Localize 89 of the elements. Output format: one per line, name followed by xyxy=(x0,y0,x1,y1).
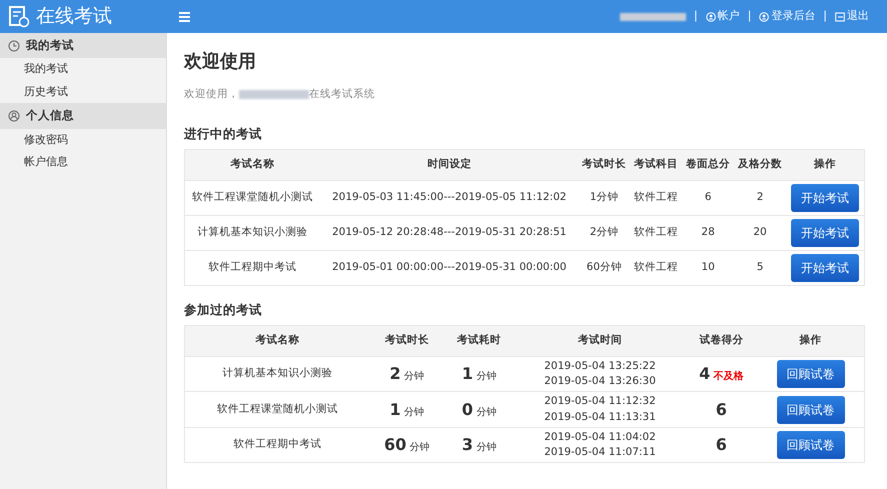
column-header: 考试科目 xyxy=(630,150,682,181)
column-header: 考试名称 xyxy=(184,326,370,356)
sidebar-item[interactable]: 修改密码 xyxy=(0,128,166,151)
table-cell: 软件工程 xyxy=(630,180,682,216)
table-cell: 计算机基本知识小测验 xyxy=(184,356,370,392)
column-header: 考试耗时 xyxy=(444,326,515,356)
unit-label: 分钟 xyxy=(476,371,496,382)
start-exam-button[interactable]: 开始考试 xyxy=(791,254,859,282)
redacted-text xyxy=(239,90,309,99)
start-exam-button[interactable]: 开始考试 xyxy=(791,219,859,248)
table-cell: 3 xyxy=(462,434,473,454)
column-header: 考试名称 xyxy=(184,150,320,181)
table-cell: 1 xyxy=(390,400,401,418)
column-header: 及格分数 xyxy=(734,150,786,181)
section-title: 参加过的考试 xyxy=(184,302,263,318)
top-link[interactable]: 登录后台 xyxy=(759,8,816,25)
column-header: 试卷得分 xyxy=(685,326,758,356)
table-cell: 2分钟 xyxy=(578,216,630,251)
separator: | xyxy=(694,8,698,24)
menu-icon[interactable] xyxy=(179,12,190,22)
table-cell-text: 2019-05-04 11:12:32 xyxy=(543,394,657,410)
score-value: 6 xyxy=(716,400,727,418)
separator: | xyxy=(748,8,752,24)
table-cell: 2 xyxy=(390,364,401,384)
unit-label: 分钟 xyxy=(476,442,496,453)
unit-label: 分钟 xyxy=(476,406,496,418)
user-icon xyxy=(759,12,770,22)
page-title: 欢迎使用 xyxy=(184,51,257,73)
table-cell: 2019-05-01 00:00:00---2019-05-31 00:00:00 xyxy=(320,250,578,286)
review-paper-button[interactable]: 回顾试卷 xyxy=(776,396,845,424)
table-cell: 软件工程课堂随机小测试 xyxy=(184,180,320,216)
table-cell: 计算机基本知识小测验 xyxy=(184,216,320,251)
redacted-username xyxy=(620,12,686,20)
top-link[interactable]: 退出 xyxy=(835,8,869,25)
welcome-text: 在线考试系统 xyxy=(309,86,375,102)
fail-label: 不及格 xyxy=(714,371,744,382)
sidebar-item[interactable]: 我的考试 xyxy=(0,58,166,81)
review-paper-button[interactable]: 回顾试卷 xyxy=(776,360,845,388)
table-cell-text: 2019-05-04 11:04:02 xyxy=(543,430,657,445)
welcome-text: 欢迎使用， xyxy=(184,86,239,102)
column-header: 考试时长 xyxy=(578,150,630,181)
sidebar-item[interactable]: 历史考试 xyxy=(0,80,166,104)
sidebar-group[interactable]: 个人信息 xyxy=(0,103,166,128)
section-title: 进行中的考试 xyxy=(184,126,263,142)
table-cell: 2019-05-12 20:28:48---2019-05-31 20:28:51 xyxy=(320,216,578,251)
table-cell: 1分钟 xyxy=(578,180,630,216)
table-cell-text: 2019-05-04 11:13:31 xyxy=(543,410,657,424)
clock-icon xyxy=(8,40,20,52)
table-cell: 软件工程 xyxy=(630,216,682,251)
table-cell: 软件工程期中考试 xyxy=(184,427,370,463)
column-header: 卷面总分 xyxy=(682,150,734,181)
table-cell: 2019-05-03 11:45:00---2019-05-05 11:12:02 xyxy=(320,180,578,216)
table-cell: 0 xyxy=(462,400,473,418)
column-header: 考试时间 xyxy=(514,326,686,356)
table-cell-text: 2019-05-04 13:26:30 xyxy=(543,374,657,390)
unit-label: 分钟 xyxy=(404,371,424,382)
table-cell: 2 xyxy=(734,180,786,216)
exam-paper-icon xyxy=(8,6,30,28)
user-icon xyxy=(8,110,20,122)
exit-icon xyxy=(835,12,845,22)
top-link[interactable]: 帐户 xyxy=(706,8,740,25)
column-header: 考试时长 xyxy=(370,326,444,356)
table-cell: 6 xyxy=(682,180,734,216)
separator: | xyxy=(823,8,827,24)
sidebar-group[interactable]: 我的考试 xyxy=(0,33,166,58)
unit-label: 分钟 xyxy=(410,442,430,453)
table-cell: 28 xyxy=(682,216,734,251)
table-cell: 1 xyxy=(462,364,473,384)
start-exam-button[interactable]: 开始考试 xyxy=(791,184,859,212)
table-cell: 60 xyxy=(384,434,406,454)
sidebar-item[interactable]: 帐户信息 xyxy=(0,151,166,174)
column-header: 时间设定 xyxy=(320,150,578,181)
unit-label: 分钟 xyxy=(404,406,424,418)
table-cell: 20 xyxy=(734,216,786,251)
app-title: 在线考试 xyxy=(36,4,112,30)
table-cell: 软件工程 xyxy=(630,250,682,286)
table-cell: 60分钟 xyxy=(578,250,630,286)
table-cell-text: 2019-05-04 11:07:11 xyxy=(543,444,657,460)
table-cell: 5 xyxy=(734,250,786,286)
review-paper-button[interactable]: 回顾试卷 xyxy=(776,430,845,459)
score-value: 6 xyxy=(716,434,727,454)
table-cell: 软件工程课堂随机小测试 xyxy=(184,392,370,428)
table-cell: 10 xyxy=(682,250,734,286)
table-cell-text: 2019-05-04 13:25:22 xyxy=(543,358,657,374)
score-value: 4 xyxy=(699,364,710,384)
table-cell: 软件工程期中考试 xyxy=(184,250,320,286)
column-header: 操作 xyxy=(757,326,864,356)
user-icon xyxy=(706,12,716,22)
column-header: 操作 xyxy=(786,150,864,181)
